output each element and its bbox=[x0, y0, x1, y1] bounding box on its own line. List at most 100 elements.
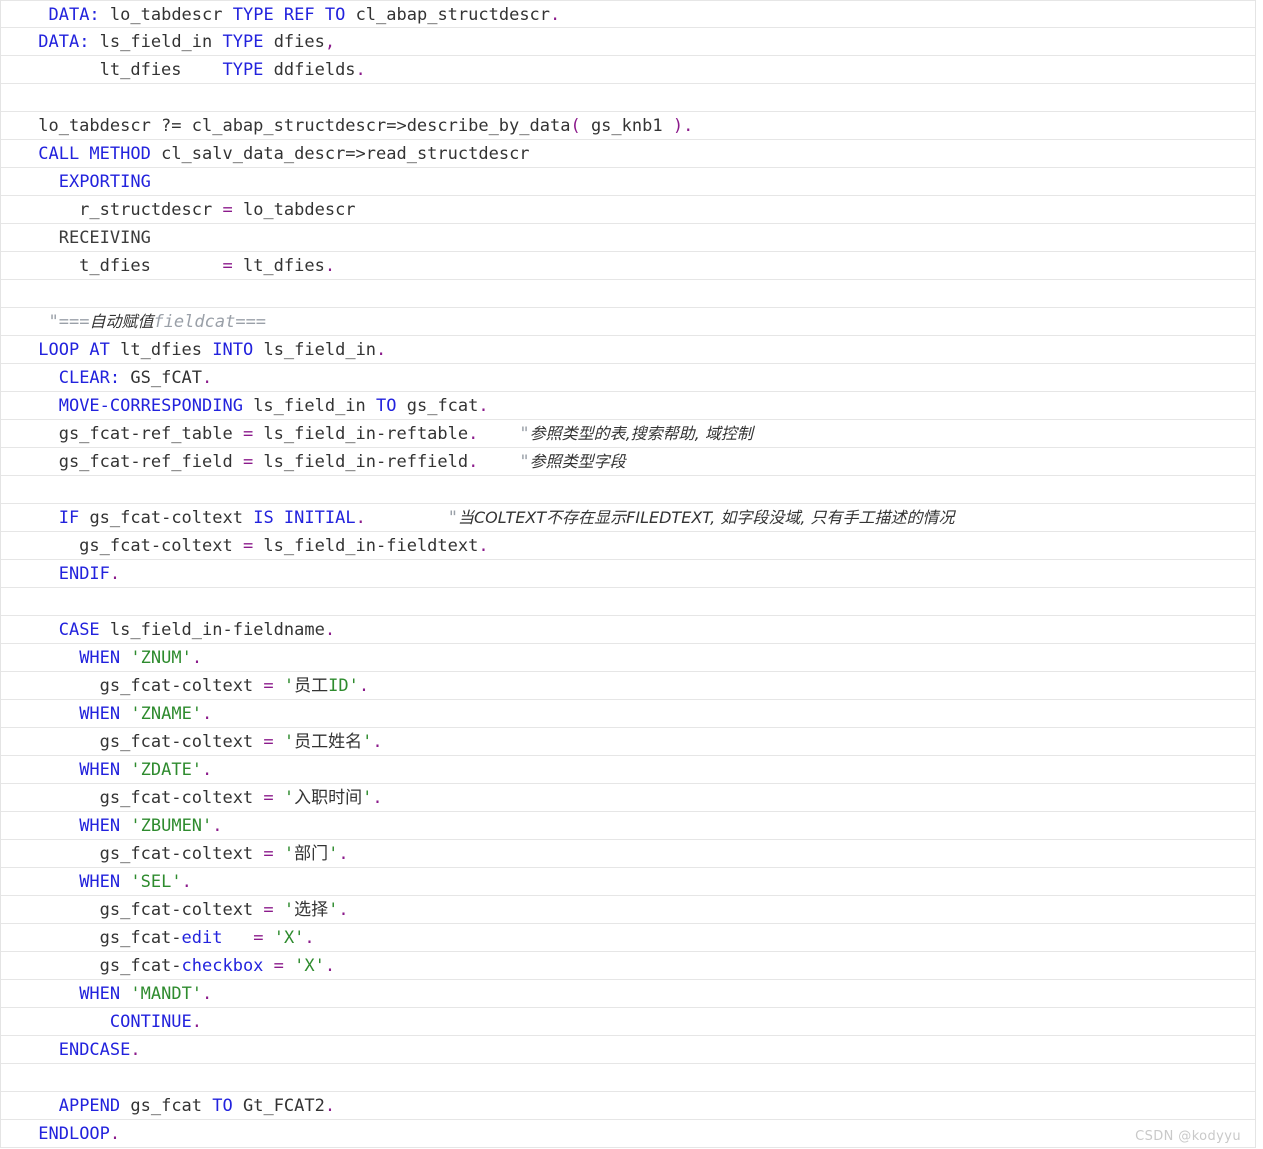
code-line[interactable]: gs_fcat-coltext = '选择'. bbox=[1, 896, 1255, 924]
code-line[interactable]: IF gs_fcat-coltext IS INITIAL. "当COLTEXT… bbox=[1, 504, 1255, 532]
code-line[interactable]: gs_fcat-ref_field = ls_field_in-reffield… bbox=[1, 448, 1255, 476]
code-line[interactable]: gs_fcat-ref_table = ls_field_in-reftable… bbox=[1, 420, 1255, 448]
code-token: ls_field_in-fieldtext bbox=[253, 536, 479, 556]
code-token: . bbox=[109, 1124, 121, 1144]
code-token: = bbox=[253, 928, 264, 948]
code-line[interactable]: ENDCASE. bbox=[1, 1036, 1255, 1064]
code-token: gs_fcat bbox=[120, 1096, 213, 1116]
code-token: DATA: bbox=[38, 32, 90, 52]
code-token: = bbox=[222, 256, 233, 276]
code-line[interactable]: DATA: lo_tabdescr TYPE REF TO cl_abap_st… bbox=[1, 0, 1255, 28]
code-line[interactable]: APPEND gs_fcat TO Gt_FCAT2. bbox=[1, 1092, 1255, 1120]
code-token: ' bbox=[283, 732, 295, 752]
code-token: fieldcat=== bbox=[153, 312, 267, 332]
code-token: . bbox=[355, 60, 366, 80]
code-token: WHEN bbox=[79, 872, 121, 892]
code-token: . bbox=[372, 732, 383, 752]
code-line[interactable]: CALL METHOD cl_salv_data_descr=>read_str… bbox=[1, 140, 1255, 168]
code-line[interactable]: r_structdescr = lo_tabdescr bbox=[1, 196, 1255, 224]
code-token: . bbox=[324, 256, 336, 276]
code-line[interactable]: RECEIVING bbox=[1, 224, 1255, 252]
code-token: . bbox=[478, 396, 489, 416]
code-line[interactable]: gs_fcat-coltext = '员工姓名'. bbox=[1, 728, 1255, 756]
code-line[interactable]: gs_fcat-coltext = '部门'. bbox=[1, 840, 1255, 868]
code-line[interactable]: gs_fcat-coltext = ls_field_in-fieldtext. bbox=[1, 532, 1255, 560]
code-token: ls_field_in bbox=[89, 32, 223, 52]
code-line[interactable]: LOOP AT lt_dfies INTO ls_field_in. bbox=[1, 336, 1255, 364]
code-line[interactable] bbox=[1, 84, 1255, 112]
code-line[interactable]: DATA: ls_field_in TYPE dfies, bbox=[1, 28, 1255, 56]
code-line[interactable]: lo_tabdescr ?= cl_abap_structdescr=>desc… bbox=[1, 112, 1255, 140]
code-token: ' bbox=[283, 788, 295, 808]
code-token: 部门 bbox=[294, 844, 329, 864]
code-line[interactable]: WHEN 'ZNUM'. bbox=[1, 644, 1255, 672]
code-token: lt_dfies bbox=[109, 340, 213, 360]
code-line[interactable] bbox=[1, 476, 1255, 504]
code-token: gs_fcat-coltext bbox=[28, 844, 264, 864]
code-token: 当COLTEXT不存在显示FILEDTEXT, 如字段没域, 只有手工描述的情况 bbox=[457, 508, 955, 527]
code-line[interactable]: gs_fcat-checkbox = 'X'. bbox=[1, 952, 1255, 980]
code-line[interactable]: CONTINUE. bbox=[1, 1008, 1255, 1036]
code-token: 'MANDT' bbox=[130, 984, 203, 1004]
code-token: . bbox=[191, 1012, 203, 1032]
code-token: . bbox=[109, 564, 121, 584]
code-line[interactable]: t_dfies = lt_dfies. bbox=[1, 252, 1255, 280]
code-line[interactable]: WHEN 'MANDT'. bbox=[1, 980, 1255, 1008]
code-token: WHEN bbox=[79, 704, 121, 724]
code-line[interactable]: ENDLOOP. bbox=[1, 1120, 1255, 1148]
code-line[interactable]: EXPORTING bbox=[1, 168, 1255, 196]
code-token: gs_fcat-coltext bbox=[79, 508, 254, 528]
code-line[interactable]: CLEAR: GS_fCAT. bbox=[1, 364, 1255, 392]
code-block[interactable]: DATA: lo_tabdescr TYPE REF TO cl_abap_st… bbox=[0, 0, 1256, 1148]
code-line[interactable]: WHEN 'ZNAME'. bbox=[1, 700, 1255, 728]
code-line[interactable]: WHEN 'ZBUMEN'. bbox=[1, 812, 1255, 840]
code-token: . bbox=[324, 620, 336, 640]
code-line[interactable]: WHEN 'SEL'. bbox=[1, 868, 1255, 896]
code-token: . bbox=[468, 452, 479, 472]
code-token: CASE bbox=[58, 620, 100, 640]
code-token: = bbox=[263, 844, 274, 864]
code-token: lo_tabdescr bbox=[232, 200, 356, 220]
code-token: 员工姓名 bbox=[294, 732, 363, 752]
code-line[interactable]: gs_fcat-coltext = '员工ID'. bbox=[1, 672, 1255, 700]
code-line[interactable]: WHEN 'ZDATE'. bbox=[1, 756, 1255, 784]
code-token: ' bbox=[362, 732, 373, 752]
code-line[interactable]: "===自动赋值fieldcat=== bbox=[1, 308, 1255, 336]
code-line[interactable] bbox=[1, 588, 1255, 616]
code-line[interactable]: gs_fcat-edit = 'X'. bbox=[1, 924, 1255, 952]
code-token: ' bbox=[328, 844, 339, 864]
code-line[interactable]: ENDIF. bbox=[1, 560, 1255, 588]
code-token: Gt_FCAT2 bbox=[232, 1096, 325, 1116]
code-token: = bbox=[242, 536, 254, 556]
code-token: gs_fcat-coltext bbox=[28, 788, 264, 808]
code-token: . bbox=[191, 648, 203, 668]
code-line[interactable]: MOVE-CORRESPONDING ls_field_in TO gs_fca… bbox=[1, 392, 1255, 420]
code-line[interactable] bbox=[1, 280, 1255, 308]
code-token: . bbox=[338, 900, 349, 920]
code-token: TYPE bbox=[222, 60, 264, 80]
code-line[interactable]: gs_fcat-coltext = '入职时间'. bbox=[1, 784, 1255, 812]
code-line[interactable]: lt_dfies TYPE ddfields. bbox=[1, 56, 1255, 84]
code-token: " bbox=[519, 424, 530, 444]
code-line[interactable] bbox=[1, 1064, 1255, 1092]
code-line[interactable]: CASE ls_field_in-fieldname. bbox=[1, 616, 1255, 644]
code-token: . bbox=[181, 872, 192, 892]
code-token: . bbox=[202, 704, 213, 724]
